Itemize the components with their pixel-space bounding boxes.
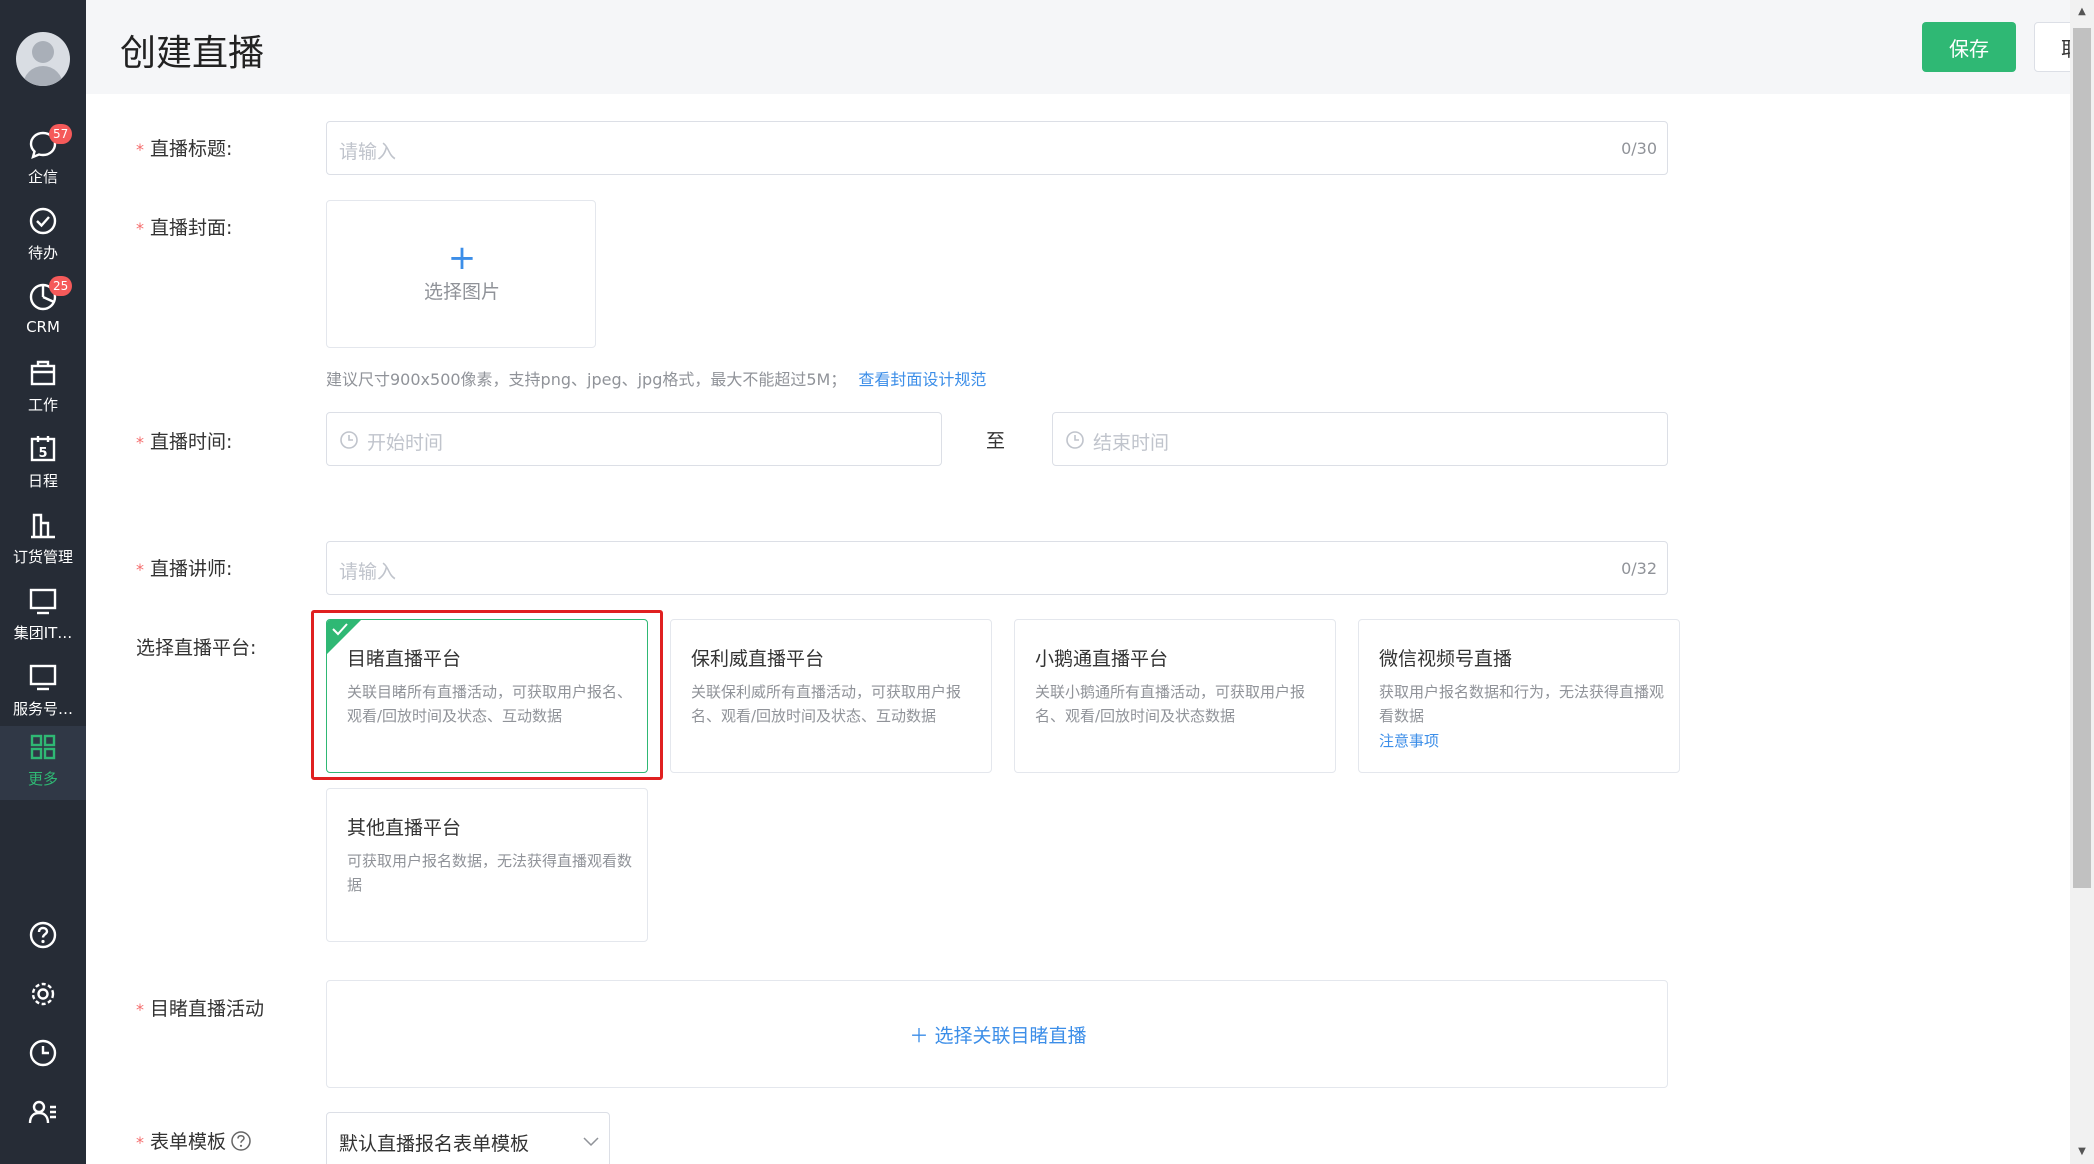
lecturer-label: * 直播讲师: — [136, 558, 233, 580]
required-mark: * — [136, 433, 144, 452]
platform-name: 目睹直播平台 — [347, 648, 462, 670]
cover-upload[interactable]: + 选择图片 — [326, 200, 596, 348]
contacts-icon[interactable] — [28, 1097, 58, 1127]
platform-name: 微信视频号直播 — [1379, 648, 1513, 670]
platform-name: 其他直播平台 — [347, 817, 462, 839]
platform-label: 选择直播平台: — [136, 637, 257, 659]
required-mark: * — [136, 1133, 144, 1152]
platform-desc: 获取用户报名数据和行为，无法获得直播观看数据 — [1379, 683, 1665, 725]
platform-name: 小鹅通直播平台 — [1035, 648, 1169, 670]
end-time-placeholder: 结束时间 — [1093, 432, 1170, 454]
plus-icon: + — [447, 238, 477, 278]
platform-desc: 关联目睹所有直播活动，可获取用户报名、观看/回放时间及状态、互动数据 — [347, 683, 633, 725]
platform-desc: 关联小鹅通所有直播活动，可获取用户报名、观看/回放时间及状态数据 — [1035, 683, 1306, 725]
platform-card-other[interactable]: 其他直播平台 可获取用户报名数据，无法获得直播观看数据 — [326, 788, 648, 942]
platform-notice-link[interactable]: 注意事项 — [1379, 730, 1439, 751]
cover-spec-link[interactable]: 查看封面设计规范 — [858, 370, 986, 389]
clock-icon — [340, 431, 358, 449]
sidebar-item-label: 企信 — [27, 168, 58, 186]
unread-badge: 57 — [49, 124, 73, 144]
sidebar-item-group-it[interactable]: 集团IT… — [0, 580, 86, 654]
required-mark: * — [136, 140, 144, 159]
end-time-input[interactable]: 结束时间 — [1052, 412, 1668, 466]
time-range-separator: 至 — [986, 430, 1006, 452]
cover-upload-label: 选择图片 — [423, 281, 500, 303]
title-placeholder: 请输入 — [339, 141, 397, 163]
unread-badge: 25 — [49, 276, 73, 296]
page-header: 创建直播 保存 取消 — [86, 0, 2094, 94]
sidebar-item-label: 订货管理 — [12, 548, 73, 566]
question-circle-icon[interactable] — [230, 1130, 252, 1152]
scroll-up-arrow-icon[interactable]: ▲ — [2074, 4, 2090, 20]
form-template-select[interactable]: 默认直播报名表单模板 — [326, 1112, 610, 1164]
sidebar-item-label: CRM — [26, 318, 60, 336]
plus-icon: ＋ — [909, 1025, 935, 1047]
calendar-icon: 5 — [30, 436, 56, 462]
check-circle-icon — [29, 207, 57, 235]
sidebar-item-more[interactable]: 更多 — [0, 726, 86, 800]
gear-icon[interactable] — [28, 979, 58, 1009]
activity-label: * 目睹直播活动 — [136, 998, 265, 1020]
clock-icon — [1066, 431, 1084, 449]
clock-icon[interactable] — [28, 1038, 58, 1068]
sidebar: 57 企信 待办 25 CRM 工作 5 日程 订货管理 集团IT… 服务号… … — [0, 0, 86, 1164]
check-icon — [332, 623, 348, 636]
sidebar-item-work[interactable]: 工作 — [0, 352, 86, 426]
help-icon[interactable] — [28, 920, 58, 950]
required-mark: * — [136, 560, 144, 579]
svg-text:5: 5 — [38, 446, 47, 461]
platform-card-mudu[interactable]: 目睹直播平台 关联目睹所有直播活动，可获取用户报名、观看/回放时间及状态、互动数… — [326, 619, 648, 773]
scrollbar-thumb[interactable] — [2073, 28, 2091, 888]
platform-desc: 关联保利威所有直播活动，可获取用户报名、观看/回放时间及状态、互动数据 — [691, 683, 962, 725]
platform-desc: 可获取用户报名数据，无法获得直播观看数据 — [347, 852, 633, 894]
lecturer-placeholder: 请输入 — [339, 561, 397, 583]
sidebar-item-todo[interactable]: 待办 — [0, 200, 86, 274]
page-title: 创建直播 — [120, 33, 265, 74]
user-avatar[interactable] — [16, 32, 70, 86]
sidebar-item-schedule[interactable]: 5 日程 — [0, 428, 86, 502]
start-time-input[interactable]: 开始时间 — [326, 412, 942, 466]
sidebar-item-orders[interactable]: 订货管理 — [0, 504, 86, 578]
required-mark: * — [136, 1000, 144, 1019]
title-label: * 直播标题: — [136, 138, 233, 160]
title-char-counter: 0/30 — [1621, 139, 1657, 158]
sidebar-item-qixin[interactable]: 57 企信 — [0, 124, 86, 198]
monitor-icon — [29, 664, 57, 691]
briefcase-icon — [30, 360, 56, 386]
lecturer-char-counter: 0/32 — [1621, 559, 1657, 578]
bar-chart-icon — [31, 513, 55, 539]
chevron-down-icon — [583, 1137, 599, 1147]
form-template-value: 默认直播报名表单模板 — [339, 1133, 530, 1155]
lecturer-input[interactable]: 请输入 0/32 — [326, 541, 1668, 595]
platform-card-polyv[interactable]: 保利威直播平台 关联保利威所有直播活动，可获取用户报名、观看/回放时间及状态、互… — [670, 619, 992, 773]
cover-label: * 直播封面: — [136, 217, 233, 239]
cover-hint: 建议尺寸900x500像素，支持png、jpeg、jpg格式，最大不能超过5M；… — [326, 370, 987, 389]
select-activity-link[interactable]: ＋ 选择关联目睹直播 — [327, 1021, 1669, 1048]
sidebar-item-label: 工作 — [27, 396, 58, 414]
grid-icon — [30, 734, 56, 760]
required-mark: * — [136, 219, 144, 238]
sidebar-item-label: 集团IT… — [13, 624, 73, 642]
title-input[interactable]: 请输入 0/30 — [326, 121, 1668, 175]
platform-card-xiaoe[interactable]: 小鹅通直播平台 关联小鹅通所有直播活动，可获取用户报名、观看/回放时间及状态数据 — [1014, 619, 1336, 773]
sidebar-item-label: 更多 — [27, 770, 58, 788]
platform-name: 保利威直播平台 — [691, 648, 825, 670]
sidebar-item-label: 服务号… — [12, 700, 73, 718]
sidebar-item-service[interactable]: 服务号… — [0, 656, 86, 730]
monitor-icon — [29, 588, 57, 615]
save-button[interactable]: 保存 — [1922, 22, 2016, 72]
sidebar-item-crm[interactable]: 25 CRM — [0, 276, 86, 350]
platform-card-wechat-channels[interactable]: 微信视频号直播 获取用户报名数据和行为，无法获得直播观看数据 注意事项 — [1358, 619, 1680, 773]
time-label: * 直播时间: — [136, 431, 233, 453]
activity-select-area: ＋ 选择关联目睹直播 — [326, 980, 1668, 1088]
start-time-placeholder: 开始时间 — [367, 432, 444, 454]
template-label: * 表单模板 — [136, 1127, 252, 1154]
scroll-down-arrow-icon[interactable]: ▼ — [2074, 1144, 2090, 1160]
sidebar-item-label: 待办 — [27, 244, 58, 262]
sidebar-item-label: 日程 — [27, 472, 58, 490]
